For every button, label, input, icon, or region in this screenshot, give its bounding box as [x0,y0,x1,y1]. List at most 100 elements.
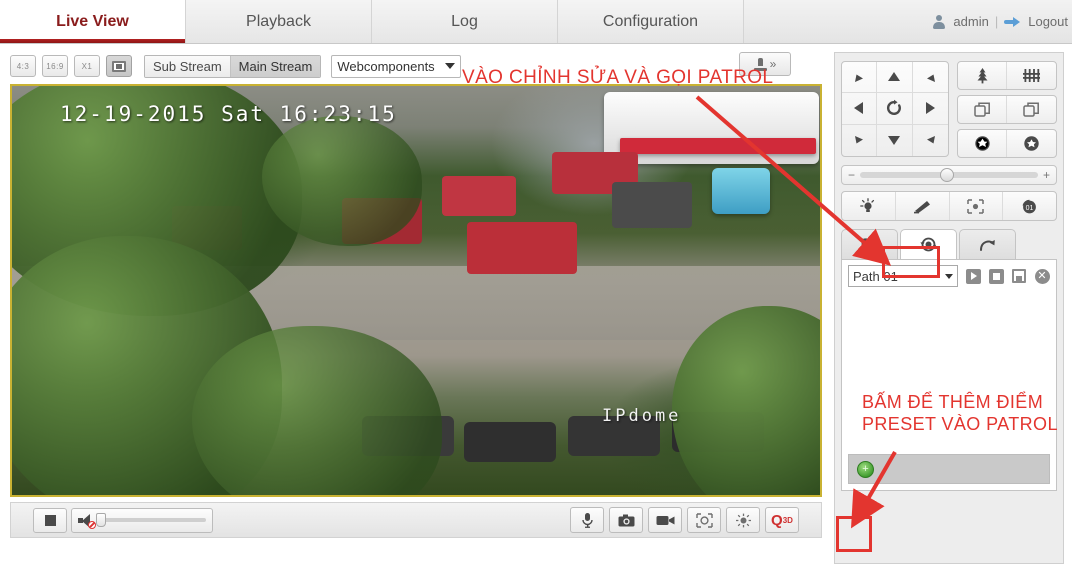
ptz-zoom-row [956,61,1057,90]
ptz-pan-left-button[interactable] [842,93,878,125]
aspect-x1-label: X1 [81,61,93,71]
svg-text:01: 01 [1026,205,1034,212]
tab-live-view[interactable]: Live View [0,0,186,43]
ptz-auto-scan-button[interactable] [877,93,913,125]
foliage-bottom [192,326,442,495]
volume-slider-track[interactable] [96,513,206,527]
speaker-mute-icon[interactable] [78,513,96,529]
start-patrol-button[interactable] [965,268,981,284]
playback-controls [33,507,213,533]
stop-icon [44,514,56,526]
ptz-pan-right-button[interactable] [912,93,948,125]
add-preset-label: + [862,462,869,475]
aspect-4-3-label: 4:3 [16,61,30,71]
sub-stream-label: Sub Stream [153,58,222,74]
video-osd-camera-name: IPdome [602,406,682,426]
ptz-pan-up-left-button[interactable] [842,62,878,94]
chevron-down-icon [945,273,953,279]
aspect-16-9-button[interactable]: 16:9 [42,55,68,77]
roadside-object [712,168,770,214]
light-icon[interactable] [842,192,895,220]
plugin-select[interactable]: Webcomponents [331,54,462,78]
expand-chevron-icon: » [769,57,777,71]
motorbike-5 [467,222,577,274]
chevron-down-icon [445,63,456,69]
tab-log[interactable]: Log [372,0,558,43]
motorbike-1 [442,176,516,216]
lens-initialization-icon[interactable] [726,507,760,533]
patrol-path-select[interactable]: Path 01 [848,265,958,287]
ptz-joystick-icon [753,57,767,71]
aspect-16-9-label: 16:9 [46,61,64,71]
volume-control[interactable] [71,507,213,533]
audio-talk-icon[interactable] [570,507,604,533]
speed-slider-track[interactable] [860,168,1038,182]
main-content: 4:3 16:9 X1 Sub Stream Main Stream Webco… [0,44,1072,570]
nav-tab-list: Live View Playback Log Configuration [0,0,744,43]
aspect-x1-button[interactable]: X1 [74,55,100,77]
stop-live-view-button[interactable] [33,507,67,533]
preset-tab[interactable] [841,229,898,259]
patrol-path-value: Path 01 [853,268,898,284]
display-mode-button[interactable] [106,55,132,77]
ptz-speed-slider[interactable]: − + [841,165,1057,185]
record-icon[interactable] [648,507,682,533]
speed-increase-label[interactable]: + [1043,168,1050,182]
ptz-pan-up-right-button[interactable] [912,62,948,94]
wiper-icon[interactable] [894,192,949,220]
manual-track-icon[interactable] [687,507,721,533]
volume-slider-handle[interactable] [96,513,106,527]
parked-bike-2 [464,422,556,462]
separator: | [994,14,999,29]
zoom-in-icon[interactable] [958,62,1007,89]
live-view-column: 4:3 16:9 X1 Sub Stream Main Stream Webco… [10,52,825,562]
3d-zoom-icon[interactable]: Q 3D [765,507,799,533]
delete-patrol-button[interactable]: ✕ [1034,268,1050,284]
ptz-pan-down-button[interactable] [877,124,913,156]
save-patrol-button[interactable] [1011,268,1027,284]
snapshot-icon[interactable] [609,507,643,533]
ptz-pan-down-left-button[interactable] [842,124,878,156]
focus-far-icon[interactable] [1006,96,1056,123]
patrol-panel-body: Path 01 ✕ + [841,259,1057,491]
pattern-tab[interactable] [959,229,1016,259]
patrol-tab[interactable] [900,229,957,259]
focus-near-icon[interactable] [958,96,1007,123]
3d-zoom-glyph: Q [771,511,783,529]
3d-zoom-sup: 3D [782,515,793,525]
main-stream-button[interactable]: Main Stream [229,55,321,77]
logout-icon[interactable] [1004,15,1022,29]
iris-close-icon[interactable] [1006,130,1056,157]
ptz-pan-down-right-button[interactable] [913,125,948,156]
tab-configuration[interactable]: Configuration [558,0,744,43]
patrol-path-row: Path 01 ✕ [842,260,1056,287]
zoom-out-icon[interactable] [1006,62,1056,89]
ptz-auxiliary-row: 01 [841,191,1057,221]
speed-slider-handle[interactable] [940,168,955,182]
logout-link[interactable]: Logout [1028,14,1068,29]
tab-playback-label: Playback [246,12,311,30]
aspect-4-3-button[interactable]: 4:3 [10,55,36,77]
iris-open-icon[interactable] [958,130,1007,157]
add-preset-to-patrol-button[interactable]: + [857,460,874,478]
vehicle-stripe [620,138,816,154]
lens-initialization-icon[interactable]: 01 [1002,192,1056,220]
stop-patrol-button[interactable] [988,268,1004,284]
ptz-focus-row [956,95,1057,124]
video-toolbar: 4:3 16:9 X1 Sub Stream Main Stream Webco… [10,52,825,80]
video-action-buttons: Q 3D [570,507,799,533]
speed-decrease-label[interactable]: − [848,168,855,182]
tab-playback[interactable]: Playback [186,0,372,43]
user-area: admin | Logout [931,0,1072,43]
video-stream-image: 12-19-2015 Sat 16:23:15 IPdome [12,86,820,495]
ptz-iris-row [956,129,1057,158]
username-label: admin [953,14,989,29]
sub-stream-button[interactable]: Sub Stream [145,55,230,77]
video-bottom-toolbar: Q 3D [10,502,822,538]
ptz-panel-toggle-button[interactable]: » [739,52,791,76]
auxiliary-focus-icon[interactable] [948,192,1003,220]
ptz-pan-up-button[interactable] [877,62,913,94]
video-viewport[interactable]: 12-19-2015 Sat 16:23:15 IPdome [10,84,822,497]
ptz-direction-pad [841,61,949,157]
tab-configuration-label: Configuration [602,12,699,30]
